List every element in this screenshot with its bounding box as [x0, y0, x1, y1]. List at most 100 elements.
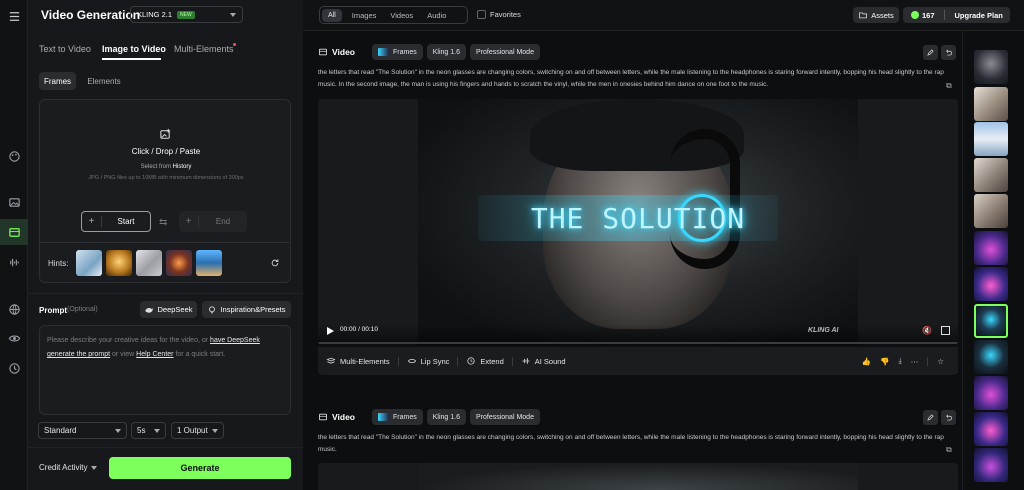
top-bar: All Images Videos Audio Favorites Assets… — [303, 0, 1024, 31]
copy-icon[interactable]: ⧉ — [946, 81, 952, 91]
hint-thumbnail[interactable] — [76, 250, 102, 276]
more-icon[interactable]: ⋯ — [911, 357, 919, 366]
history-thumbnail[interactable] — [974, 87, 1008, 121]
globe-icon[interactable] — [0, 297, 28, 321]
output-select[interactable]: 1 Output — [171, 422, 224, 439]
divider — [28, 447, 303, 448]
regenerate-button[interactable] — [941, 45, 956, 60]
generate-button[interactable]: Generate — [109, 457, 291, 479]
prompt-textarea[interactable]: Please describe your creative ideas for … — [39, 325, 291, 415]
play-icon[interactable] — [327, 327, 334, 335]
hint-thumbnail[interactable] — [106, 250, 132, 276]
history-thumbnail-selected[interactable] — [974, 304, 1008, 338]
duration-value: 5s — [137, 426, 146, 435]
progress-track[interactable] — [318, 342, 958, 344]
frames-thumb — [378, 48, 389, 56]
tab-text-to-video[interactable]: Text to Video — [39, 44, 91, 54]
hint-thumbnail[interactable] — [166, 250, 192, 276]
lip-sync-action[interactable]: Lip Sync — [407, 356, 450, 366]
image-icon[interactable] — [0, 190, 28, 214]
video-icon[interactable] — [0, 220, 28, 244]
end-label: End — [215, 217, 231, 226]
history-thumbnail[interactable] — [974, 158, 1008, 192]
frames-thumb — [378, 413, 389, 421]
history-thumbnail[interactable] — [974, 267, 1008, 301]
undo-icon — [946, 414, 953, 421]
thumbs-down-icon[interactable]: 👎 — [880, 357, 889, 366]
hint-thumbnail[interactable] — [196, 250, 222, 276]
extend-action[interactable]: Extend — [466, 356, 504, 366]
edit-button[interactable] — [923, 410, 938, 425]
chevron-down-icon — [230, 12, 236, 17]
filter-tab-audio[interactable]: Audio — [427, 11, 446, 20]
history-thumbnail[interactable] — [974, 122, 1008, 156]
history-thumbnail[interactable] — [974, 340, 1008, 374]
tag-frames: Frames — [372, 44, 423, 60]
tab-image-to-video[interactable]: Image to Video — [102, 44, 166, 54]
active-tab-underline — [102, 58, 161, 60]
audio-icon[interactable] — [0, 250, 28, 274]
filter-tab-videos[interactable]: Videos — [390, 11, 413, 20]
tag-model: Kling 1.6 — [426, 409, 466, 425]
favorites-checkbox[interactable] — [477, 10, 486, 19]
video-player[interactable] — [318, 463, 958, 490]
history-thumbnail[interactable] — [974, 376, 1008, 410]
upgrade-plan-button[interactable]: Upgrade Plan — [955, 11, 1003, 20]
prompt-placeholder: for a quick start. — [175, 351, 226, 358]
history-thumbnail[interactable] — [974, 231, 1008, 265]
plus-icon: + — [82, 216, 102, 227]
video-player[interactable]: THE SOLUTION 00:00 / 00:10 KLING AI 🔇 — [318, 99, 958, 345]
hint-thumbnail[interactable] — [136, 250, 162, 276]
history-thumbnail[interactable] — [974, 194, 1008, 228]
divider — [28, 293, 303, 294]
duration-select[interactable]: 5s — [131, 422, 166, 439]
extend-icon — [466, 356, 476, 366]
start-frame-button[interactable]: + Start — [81, 211, 151, 232]
pencil-icon — [927, 414, 934, 421]
subtab-frames[interactable]: Frames — [39, 72, 76, 90]
new-badge: NEW — [177, 10, 195, 19]
history-thumbnail[interactable] — [974, 448, 1008, 482]
refresh-icon[interactable] — [270, 258, 280, 268]
deepseek-button[interactable]: DeepSeek — [140, 301, 197, 318]
tab-multi-elements[interactable]: Multi-Elements — [174, 44, 234, 54]
history-thumbnail[interactable] — [974, 50, 1008, 84]
help-center-link[interactable]: Help Center — [136, 351, 173, 358]
history-icon[interactable] — [0, 356, 28, 380]
fullscreen-icon[interactable] — [941, 326, 950, 335]
subtab-elements[interactable]: Elements — [82, 72, 126, 90]
lips-icon — [407, 356, 417, 366]
swap-icon[interactable]: ⇆ — [159, 217, 167, 228]
generation-panel: Video Generation KLING 2.1 NEW Text to V… — [28, 0, 303, 490]
thumbs-up-icon[interactable]: 👍 — [862, 357, 871, 366]
download-icon[interactable]: ⤓ — [898, 356, 901, 366]
star-icon[interactable]: ☆ — [937, 357, 944, 366]
inspiration-presets-button[interactable]: Inspiration&Presets — [202, 301, 291, 318]
assets-button[interactable]: Assets — [853, 7, 899, 23]
video-type-icon — [318, 47, 328, 57]
multi-elements-action[interactable]: Multi-Elements — [326, 356, 390, 366]
mode-select[interactable]: Standard — [38, 422, 127, 439]
filter-tabs: All Images Videos Audio — [319, 6, 468, 24]
prompt-optional: (Optional) — [67, 306, 98, 313]
filter-tab-images[interactable]: Images — [352, 11, 377, 20]
regenerate-button[interactable] — [941, 410, 956, 425]
history-link[interactable]: History — [173, 164, 192, 170]
action-label: Lip Sync — [420, 356, 450, 366]
menu-icon[interactable] — [0, 4, 28, 28]
copy-icon[interactable]: ⧉ — [946, 445, 952, 455]
page-title: Video Generation — [41, 8, 141, 22]
mute-icon[interactable]: 🔇 — [922, 326, 932, 335]
model-select[interactable]: KLING 2.1 NEW — [130, 6, 243, 23]
divider — [40, 242, 290, 243]
history-thumbnail[interactable] — [974, 412, 1008, 446]
palette-icon[interactable] — [0, 144, 28, 168]
eye-icon[interactable] — [0, 326, 28, 350]
edit-button[interactable] — [923, 45, 938, 60]
credit-icon — [911, 11, 919, 19]
inspiration-label: Inspiration&Presets — [220, 305, 286, 314]
credit-activity-dropdown[interactable]: Credit Activity — [39, 463, 98, 472]
filter-tab-all[interactable]: All — [322, 8, 342, 22]
ai-sound-action[interactable]: AI Sound — [521, 356, 566, 366]
end-frame-button[interactable]: + End — [179, 211, 247, 232]
